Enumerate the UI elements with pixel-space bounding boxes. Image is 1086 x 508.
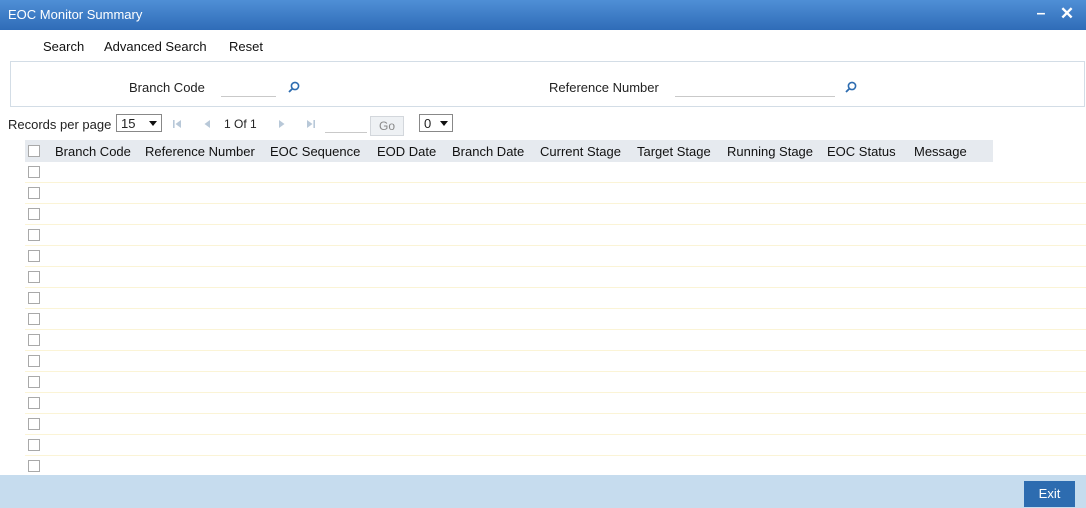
table-row[interactable] [25,330,1086,351]
table-row[interactable] [25,204,1086,225]
reference-number-label: Reference Number [549,80,659,95]
page-indicator: 1 Of 1 [224,117,257,131]
table-row[interactable] [25,351,1086,372]
table-row[interactable] [25,267,1086,288]
column-header[interactable]: EOD Date [377,144,436,159]
column-header[interactable]: Branch Code [55,144,131,159]
records-per-page-value: 15 [121,116,136,131]
exit-button[interactable]: Exit [1024,481,1075,507]
row-checkbox[interactable] [28,439,40,451]
advanced-search-menu-item[interactable]: Advanced Search [104,39,207,54]
go-button[interactable]: Go [370,116,404,136]
reference-number-search-icon[interactable] [845,81,857,93]
chevron-down-icon [147,116,159,130]
row-checkbox[interactable] [28,208,40,220]
table-row[interactable] [25,393,1086,414]
chevron-down-icon [438,116,450,130]
window-title: EOC Monitor Summary [8,7,143,22]
records-per-page-label: Records per page [8,117,112,132]
row-checkbox[interactable] [28,229,40,241]
records-per-page-select[interactable]: 15 [116,114,162,132]
table-row[interactable] [25,414,1086,435]
column-header[interactable]: Running Stage [727,144,813,159]
table-row[interactable] [25,372,1086,393]
row-checkbox[interactable] [28,313,40,325]
row-checkbox[interactable] [28,292,40,304]
minimize-icon[interactable]: – [1032,5,1050,23]
first-page-icon[interactable] [172,119,182,129]
table-row[interactable] [25,246,1086,267]
select-all-checkbox[interactable] [28,145,40,157]
footer-bar: Exit [0,475,1086,508]
title-bar: EOC Monitor Summary – ✕ [0,0,1086,30]
column-header[interactable]: EOC Sequence [270,144,360,159]
page-select-value: 0 [424,116,432,131]
menu-bar: Search Advanced Search Reset [0,30,1086,60]
search-criteria-panel: Branch Code Reference Number [10,61,1085,107]
row-checkbox[interactable] [28,187,40,199]
table-row[interactable] [25,309,1086,330]
row-checkbox[interactable] [28,334,40,346]
row-checkbox[interactable] [28,460,40,472]
pagination-bar: Records per page 15 1 Of 1 Go 0 [0,113,1086,139]
branch-code-search-icon[interactable] [288,81,300,93]
branch-code-label: Branch Code [129,80,205,95]
previous-page-icon[interactable] [202,119,212,129]
next-page-icon[interactable] [277,119,287,129]
column-header[interactable]: Current Stage [540,144,621,159]
table-row[interactable] [25,183,1086,204]
table-row[interactable] [25,435,1086,456]
column-header[interactable]: Target Stage [637,144,711,159]
reset-menu-item[interactable]: Reset [229,39,263,54]
column-header[interactable]: Branch Date [452,144,524,159]
row-checkbox[interactable] [28,355,40,367]
last-page-icon[interactable] [306,119,316,129]
reference-number-input[interactable] [675,77,835,97]
table-row[interactable] [25,225,1086,246]
table-row[interactable] [25,456,1086,477]
column-header[interactable]: EOC Status [827,144,896,159]
row-checkbox[interactable] [28,166,40,178]
branch-code-input[interactable] [221,77,276,97]
row-checkbox[interactable] [28,250,40,262]
row-checkbox[interactable] [28,376,40,388]
grid-header: Branch Code Reference Number EOC Sequenc… [25,140,993,162]
column-header[interactable]: Reference Number [145,144,255,159]
table-row[interactable] [25,288,1086,309]
column-header[interactable]: Message [914,144,967,159]
table-row[interactable] [25,162,1086,183]
go-to-page-input[interactable] [325,117,367,133]
row-checkbox[interactable] [28,418,40,430]
page-select[interactable]: 0 [419,114,453,132]
close-icon[interactable]: ✕ [1058,5,1076,23]
search-menu-item[interactable]: Search [43,39,84,54]
row-checkbox[interactable] [28,271,40,283]
row-checkbox[interactable] [28,397,40,409]
